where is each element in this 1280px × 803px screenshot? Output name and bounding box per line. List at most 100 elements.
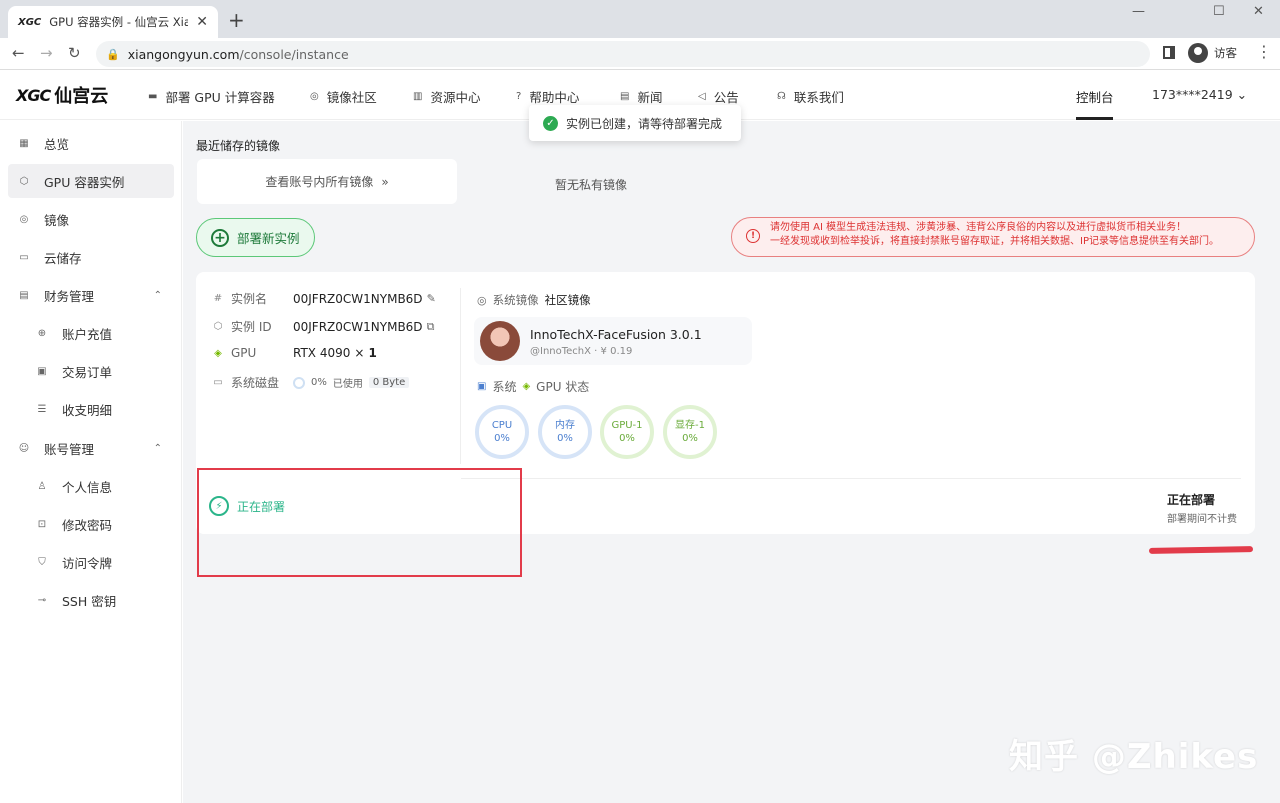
nav-resource-center[interactable]: ▥ 资源中心 (413, 87, 480, 106)
image-meta: @InnoTechX · ¥ 0.19 (530, 346, 633, 357)
sidebar-item-images[interactable]: ◎ 镜像 (8, 202, 174, 236)
gauge-value: 0% (557, 433, 573, 444)
memory-gauge: 内存 0% (538, 405, 592, 459)
url-path: /console/instance (239, 46, 349, 62)
new-tab-icon[interactable]: + (228, 10, 245, 30)
nav-help-center[interactable]: ? 帮助中心 (516, 87, 579, 106)
nav-announcement[interactable]: ◁ 公告 (698, 87, 739, 106)
sidebar-item-transactions[interactable]: ☰ 收支明细 (8, 392, 174, 426)
sidebar-item-gpu-instances[interactable]: ⬡ GPU 容器实例 (8, 164, 174, 198)
nvidia-icon: ◈ (522, 381, 531, 392)
instance-name-value-wrap: 00JFRZ0CW1NYMB6D ✎ (293, 292, 436, 306)
profile-button[interactable]: 访客 (1188, 43, 1237, 63)
sidebar-item-label: 财务管理 (44, 288, 95, 304)
sidebar-item-access-token[interactable]: ⛉ 访问令牌 (8, 545, 174, 579)
main-content: ✓ 实例已创建，请等待部署完成 最近储存的镜像 查看账号内所有镜像 » 暂无私有… (183, 105, 1280, 803)
url-domain: xiangongyun.com (127, 46, 240, 62)
image-price: ¥ 0.19 (600, 346, 633, 357)
maximize-icon[interactable]: ☐ (1213, 4, 1225, 19)
console-link[interactable]: 控制台 (1076, 87, 1114, 106)
copy-icon[interactable]: ⧉ (427, 320, 435, 334)
nav-label: 联系我们 (793, 90, 844, 105)
console-active-underline (1076, 117, 1113, 120)
disk-key: ▭ 系统磁盘 (211, 374, 293, 391)
browser-menu-icon[interactable]: ⋮ (1256, 42, 1272, 61)
tab-close-icon[interactable]: ✕ (196, 14, 208, 30)
browser-tab-bar: XGC GPU 容器实例 - 仙宫云 Xiangong ✕ + — ☐ ✕ (0, 0, 1280, 38)
gpu-key: ◈ GPU (211, 346, 293, 360)
disc-icon: ◎ (477, 293, 487, 307)
image-card[interactable]: InnoTechX-FaceFusion 3.0.1 @InnoTechX · … (474, 317, 752, 365)
help-icon: ? (516, 91, 522, 102)
gpu-gauge: GPU-1 0% (600, 405, 654, 459)
disk-label: 系统磁盘 (231, 376, 280, 390)
side-panel-icon[interactable] (1163, 46, 1175, 59)
nav-news[interactable]: ▤ 新闻 (620, 87, 662, 106)
annotation-red-underline (1148, 546, 1254, 554)
sidebar-item-label: 镜像 (44, 212, 70, 228)
lock-icon: ⊡ (37, 518, 47, 530)
policy-warning-banner: ! 请勿使用 AI 模型生成违法违规、涉黄涉暴、违背公序良俗的内容以及进行虚拟货… (731, 217, 1255, 257)
list-icon: ☰ (37, 403, 47, 415)
gpu-value: RTX 4090 × 1 (293, 346, 377, 360)
disk-value: 0% 已使用 0 Byte (293, 375, 410, 390)
headset-icon: ☊ (777, 91, 786, 102)
instance-id-value-wrap: 00JFRZ0CW1NYMB6D ⧉ (293, 320, 434, 334)
browser-tab[interactable]: XGC GPU 容器实例 - 仙宫云 Xiangong ✕ (8, 6, 218, 38)
instance-name-label: 实例名 (231, 292, 268, 306)
image-avatar (480, 321, 520, 361)
sidebar-item-recharge[interactable]: ⊕ 账户充值 (8, 316, 174, 350)
card-divider (460, 288, 461, 464)
warning-line-2: 一经发现或收到检举投诉，将直接封禁账号留存取证，并将相关数据、IP记录等信息提供… (770, 236, 1219, 247)
window-close-icon[interactable]: ✕ (1253, 4, 1264, 19)
cpu-gauge: CPU 0% (475, 405, 529, 459)
user-menu[interactable]: 173****2419 ⌄ (1152, 87, 1247, 102)
instance-name-key: # 实例名 (211, 290, 293, 307)
tab-title: GPU 容器实例 - 仙宫云 Xiangong (49, 15, 189, 29)
sidebar-item-cloud-storage[interactable]: ▭ 云储存 (8, 240, 174, 274)
annotation-red-box (197, 468, 522, 577)
site-logo[interactable]: XGC 仙宫云 (16, 82, 108, 108)
forward-icon[interactable]: → (40, 44, 53, 62)
disk-used-label: 已使用 (332, 379, 363, 390)
profile-label: 访客 (1214, 46, 1237, 60)
sidebar-item-label: SSH 密钥 (62, 593, 117, 609)
gpu-status-tab[interactable]: GPU 状态 (536, 378, 589, 395)
gauge-label: 显存-1 (675, 420, 705, 431)
view-all-label: 查看账号内所有镜像 (265, 175, 374, 189)
edit-icon[interactable]: ✎ (427, 292, 436, 305)
sidebar-item-change-password[interactable]: ⊡ 修改密码 (8, 507, 174, 541)
sidebar-item-profile[interactable]: ♙ 个人信息 (8, 469, 174, 503)
megaphone-icon: ◁ (698, 91, 706, 102)
gpu-model: RTX 4090 (293, 346, 351, 360)
container-icon: ▬ (148, 91, 158, 102)
nav-label: 公告 (713, 90, 739, 105)
reload-icon[interactable]: ↻ (68, 44, 81, 62)
smile-icon: ☺ (18, 442, 30, 454)
system-image-row: ◎ 系统镜像 社区镜像 (477, 292, 591, 308)
back-icon[interactable]: ← (12, 44, 25, 62)
gpu-label: GPU (231, 346, 257, 360)
deploy-new-label: 部署新实例 (237, 231, 300, 246)
sidebar-item-label: 访问令牌 (62, 555, 113, 571)
sidebar-item-label: 账户充值 (62, 326, 113, 342)
deploy-new-instance-button[interactable]: + 部署新实例 (196, 218, 315, 257)
card-divider-horizontal (461, 478, 1241, 479)
cube-icon: ⬡ (19, 175, 29, 187)
nav-image-community[interactable]: ◎ 镜像社区 (310, 87, 377, 106)
view-all-images-button[interactable]: 查看账号内所有镜像 » (197, 159, 457, 204)
nav-contact-us[interactable]: ☊ 联系我们 (777, 87, 844, 106)
sidebar-group-account[interactable]: ☺ 账号管理 ⌃ (8, 431, 174, 465)
sidebar-group-finance[interactable]: ▤ 财务管理 ⌃ (8, 278, 174, 312)
minimize-icon[interactable]: — (1132, 4, 1145, 19)
system-tab[interactable]: 系统 (492, 378, 516, 395)
user-icon: ♙ (37, 480, 47, 492)
nav-deploy-gpu[interactable]: ▬ 部署 GPU 计算容器 (148, 87, 275, 106)
sidebar-item-overview[interactable]: ▦ 总览 (8, 126, 174, 160)
sidebar-item-ssh-keys[interactable]: ⊸ SSH 密钥 (8, 583, 174, 617)
nav-label: 资源中心 (430, 90, 481, 105)
url-input[interactable]: 🔒 xiangongyun.com/console/instance (96, 41, 1150, 67)
logo-mark: XGC (16, 85, 51, 105)
sidebar: ▦ 总览 ⬡ GPU 容器实例 ◎ 镜像 ▭ 云储存 ▤ 财务管理 ⌃ ⊕ 账户充值 ▣ 交易订… (0, 121, 182, 803)
sidebar-item-orders[interactable]: ▣ 交易订单 (8, 354, 174, 388)
